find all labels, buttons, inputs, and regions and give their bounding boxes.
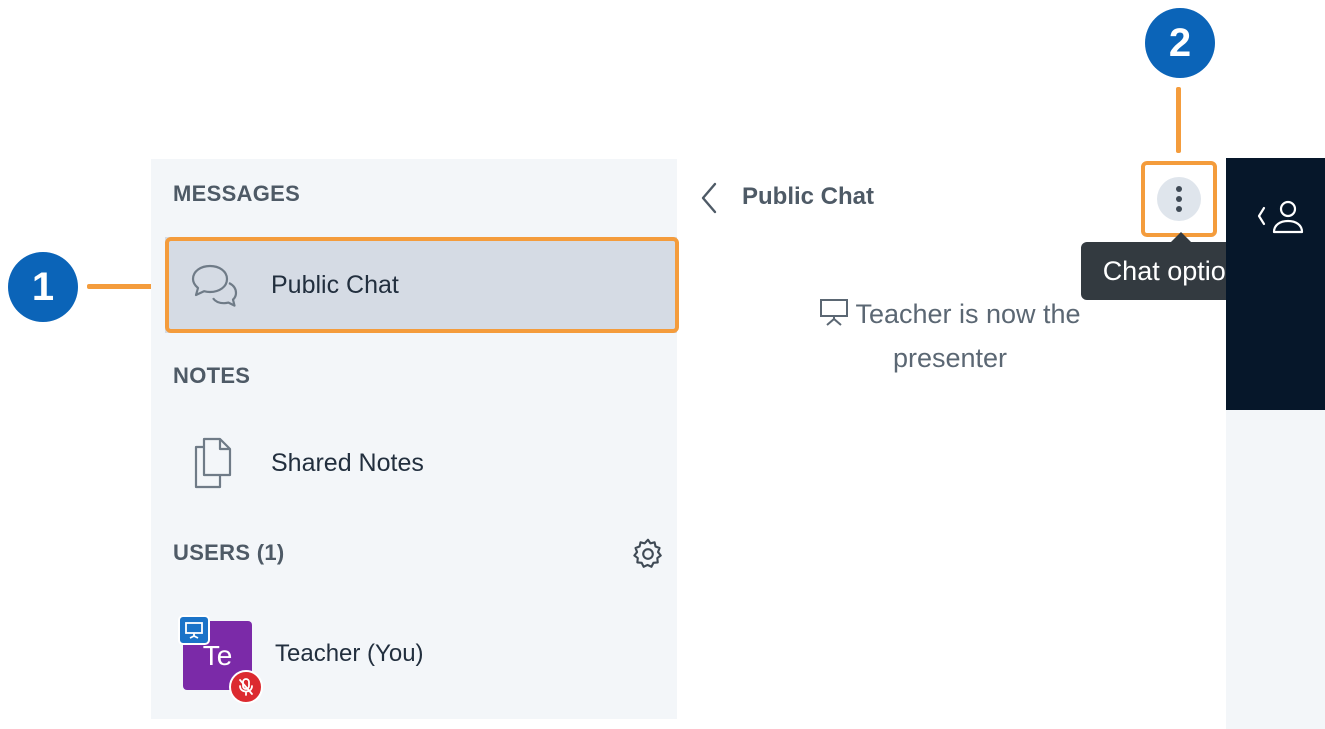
toggle-user-list-button[interactable]	[1256, 198, 1316, 238]
microphone-muted-icon	[229, 670, 263, 704]
user-list-item-teacher[interactable]: Te Teacher (You)	[151, 612, 677, 704]
shared-notes-label: Shared Notes	[271, 448, 424, 477]
tooltip-arrow	[1171, 232, 1191, 242]
callout-number-1: 1	[8, 252, 78, 322]
chat-panel-title: Public Chat	[742, 183, 875, 210]
chat-options-highlight-box	[1141, 161, 1217, 237]
user-settings-gear-button[interactable]	[630, 536, 666, 572]
notes-section-title: NOTES	[173, 363, 251, 388]
users-section-title: USERS (1)	[173, 540, 285, 565]
callout-2-connector	[1176, 87, 1181, 153]
gear-icon	[633, 538, 662, 568]
presenter-system-message: Teacher is now the presenter	[810, 292, 1090, 380]
user-toggle-icon	[1257, 200, 1304, 234]
system-message-text: Teacher is now the presenter	[855, 299, 1081, 373]
callout-number-2: 2	[1145, 8, 1215, 78]
sidebar-item-shared-notes[interactable]: Shared Notes	[165, 415, 677, 511]
callout-1-connector	[87, 284, 157, 289]
presentation-board-icon	[820, 299, 849, 326]
presenter-icon	[178, 615, 210, 645]
right-light-panel	[1226, 410, 1325, 729]
public-chat-highlight-box	[165, 237, 679, 333]
right-dark-panel	[1226, 158, 1325, 410]
documents-icon	[185, 433, 245, 493]
messages-section-title: MESSAGES	[173, 181, 301, 206]
user-name: Teacher (You)	[275, 640, 424, 667]
chevron-left-icon[interactable]	[697, 180, 723, 216]
